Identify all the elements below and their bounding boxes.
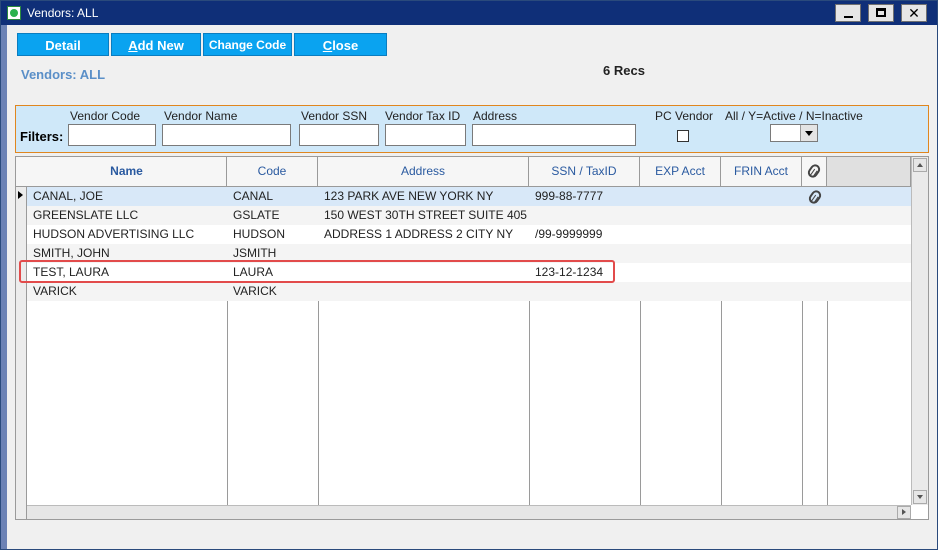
current-row-indicator bbox=[18, 191, 23, 199]
filters-title: Filters: bbox=[20, 129, 64, 144]
column-header-ssn[interactable]: SSN / TaxID bbox=[529, 157, 640, 186]
scroll-up-button[interactable] bbox=[913, 158, 927, 172]
app-icon bbox=[7, 6, 21, 20]
cell-exp-acct[interactable] bbox=[640, 187, 721, 206]
close-accelerator: C bbox=[322, 38, 333, 53]
record-count: 6 Recs bbox=[603, 63, 645, 78]
cell-frin-acct[interactable] bbox=[721, 225, 802, 244]
vendors-heading: Vendors: ALL bbox=[21, 67, 106, 82]
cell-name[interactable]: CANAL, JOE bbox=[27, 187, 227, 206]
detail-button-label: Detail bbox=[45, 38, 81, 53]
vendor-ssn-input[interactable] bbox=[299, 124, 379, 146]
row-selector-column[interactable] bbox=[16, 157, 27, 519]
close-window-button[interactable]: ✕ bbox=[901, 4, 927, 22]
chevron-down-icon[interactable] bbox=[800, 125, 817, 141]
vendor-ssn-label: Vendor SSN bbox=[301, 109, 368, 123]
vendor-name-label: Vendor Name bbox=[164, 109, 238, 123]
cell-exp-acct[interactable] bbox=[640, 263, 721, 282]
grid-header: Name Code Address SSN / TaxID EXP Acct F… bbox=[16, 157, 918, 187]
scroll-down-button[interactable] bbox=[913, 490, 927, 504]
cell-ssn[interactable] bbox=[529, 282, 640, 301]
active-filter-label: All / Y=Active / N=Inactive bbox=[725, 109, 863, 123]
cell-name[interactable]: VARICK bbox=[27, 282, 227, 301]
address-label: Address bbox=[473, 109, 518, 123]
paperclip-icon bbox=[805, 162, 823, 180]
column-header-exp-acct[interactable]: EXP Acct bbox=[640, 157, 721, 186]
cell-address[interactable]: 150 WEST 30TH STREET SUITE 405 bbox=[318, 206, 529, 225]
client-area: Detail Add New Change Code Close Vendors… bbox=[7, 25, 937, 549]
title-bar[interactable]: Vendors: ALL ✕ bbox=[1, 1, 937, 25]
cell-ssn[interactable] bbox=[529, 206, 640, 225]
cell-exp-acct[interactable] bbox=[640, 206, 721, 225]
filters-panel: Filters: Vendor Code Vendor Name Vendor … bbox=[15, 105, 929, 153]
pc-vendor-checkbox[interactable] bbox=[677, 130, 689, 142]
highlight-annotation bbox=[19, 260, 615, 283]
column-header-filler bbox=[827, 157, 911, 186]
cell-address[interactable]: 123 PARK AVE NEW YORK NY bbox=[318, 187, 529, 206]
cell-frin-acct[interactable] bbox=[721, 187, 802, 206]
cell-ssn[interactable]: 999-88-7777 bbox=[529, 187, 640, 206]
cell-frin-acct[interactable] bbox=[721, 244, 802, 263]
cell-address[interactable] bbox=[318, 282, 529, 301]
column-header-name[interactable]: Name bbox=[27, 157, 227, 186]
cell-code[interactable]: GSLATE bbox=[227, 206, 318, 225]
cell-exp-acct[interactable] bbox=[640, 225, 721, 244]
minimize-button[interactable] bbox=[835, 4, 861, 22]
cell-name[interactable]: GREENSLATE LLC bbox=[27, 206, 227, 225]
pc-vendor-label: PC Vendor bbox=[655, 109, 714, 123]
window-title: Vendors: ALL bbox=[27, 6, 99, 20]
change-code-button[interactable]: Change Code bbox=[203, 33, 292, 56]
cell-frin-acct[interactable] bbox=[721, 263, 802, 282]
cell-code[interactable]: VARICK bbox=[227, 282, 318, 301]
vertical-scrollbar[interactable] bbox=[911, 157, 928, 505]
scroll-right-button[interactable] bbox=[897, 506, 911, 519]
cell-code[interactable]: CANAL bbox=[227, 187, 318, 206]
add-new-button-label: dd New bbox=[137, 38, 184, 53]
vendor-code-input[interactable] bbox=[68, 124, 156, 146]
maximize-button[interactable] bbox=[868, 4, 894, 22]
address-input[interactable] bbox=[472, 124, 636, 146]
cell-exp-acct[interactable] bbox=[640, 282, 721, 301]
close-button-label: lose bbox=[332, 38, 359, 53]
column-header-address[interactable]: Address bbox=[318, 157, 529, 186]
horizontal-scrollbar[interactable] bbox=[27, 505, 911, 519]
vendor-taxid-input[interactable] bbox=[385, 124, 466, 146]
column-header-frin-acct[interactable]: FRIN Acct bbox=[721, 157, 802, 186]
cell-frin-acct[interactable] bbox=[721, 206, 802, 225]
cell-frin-acct[interactable] bbox=[721, 282, 802, 301]
vendor-code-label: Vendor Code bbox=[70, 109, 141, 123]
detail-button[interactable]: Detail bbox=[17, 33, 109, 56]
add-new-button[interactable]: Add New bbox=[111, 33, 201, 56]
column-header-attachment[interactable] bbox=[802, 157, 827, 186]
cell-code[interactable]: HUDSON bbox=[227, 225, 318, 244]
active-filter-select[interactable] bbox=[770, 124, 818, 142]
cell-ssn[interactable]: /99-9999999 bbox=[529, 225, 640, 244]
change-code-button-label: Change Code bbox=[208, 38, 287, 52]
add-new-accelerator: A bbox=[128, 38, 138, 53]
vendor-name-input[interactable] bbox=[162, 124, 291, 146]
vendors-window: Vendors: ALL ✕ Detail Add New Change Cod… bbox=[0, 0, 938, 550]
vendors-grid: Name Code Address SSN / TaxID EXP Acct F… bbox=[15, 156, 929, 520]
cell-address[interactable]: ADDRESS 1 ADDRESS 2 CITY NY bbox=[318, 225, 529, 244]
column-header-code[interactable]: Code bbox=[227, 157, 318, 186]
vendor-taxid-label: Vendor Tax ID bbox=[385, 109, 461, 123]
close-button[interactable]: Close bbox=[294, 33, 387, 56]
cell-name[interactable]: HUDSON ADVERTISING LLC bbox=[27, 225, 227, 244]
cell-exp-acct[interactable] bbox=[640, 244, 721, 263]
